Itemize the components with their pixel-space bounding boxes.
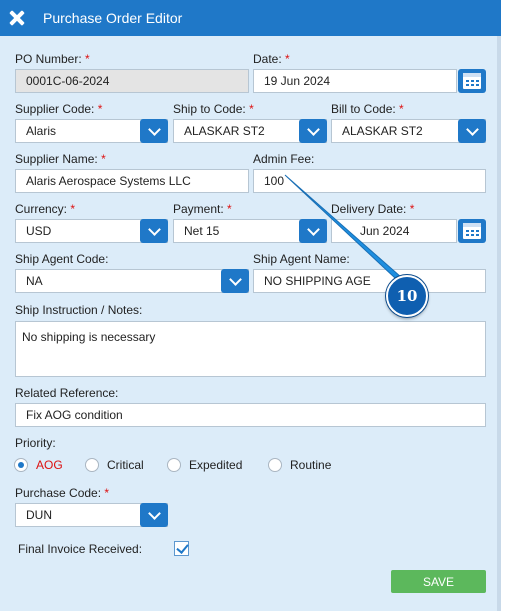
payment-value: Net 15 (184, 224, 220, 238)
priority-label: Priority: (15, 436, 56, 450)
calendar-icon (463, 73, 481, 89)
po-number-label: PO Number: * (15, 52, 90, 66)
ship-agent-code-select[interactable]: NA (15, 269, 249, 293)
admin-fee-field[interactable]: 100 (253, 169, 486, 193)
window-title: Purchase Order Editor (43, 10, 183, 26)
bill-to-code-value: ALASKAR ST2 (342, 124, 423, 138)
delivery-date-label: Delivery Date: * (331, 202, 415, 216)
priority-expedited-radio[interactable] (167, 458, 181, 472)
final-invoice-label: Final Invoice Received: (18, 542, 143, 556)
delivery-date-calendar-button[interactable] (458, 219, 486, 243)
purchase-order-editor-window: Purchase Order Editor PO Number: * 0001C… (0, 0, 501, 611)
final-invoice-checkbox[interactable] (174, 541, 189, 556)
related-reference-label: Related Reference: (15, 386, 119, 400)
chevron-down-icon[interactable] (221, 269, 249, 293)
bill-to-code-label: Bill to Code: * (331, 102, 404, 116)
supplier-code-value: Alaris (26, 124, 57, 138)
ship-to-code-select[interactable]: ALASKAR ST2 (173, 119, 327, 143)
priority-critical-label: Critical (107, 458, 144, 472)
purchase-code-select[interactable]: DUN (15, 503, 168, 527)
priority-aog-radio[interactable] (14, 458, 28, 472)
related-reference-field[interactable]: Fix AOG condition (15, 403, 486, 427)
supplier-name-field[interactable]: Alaris Aerospace Systems LLC (15, 169, 249, 193)
chevron-down-icon[interactable] (140, 119, 168, 143)
po-number-field[interactable]: 0001C-06-2024 (15, 69, 249, 93)
ship-agent-code-value: NA (26, 274, 43, 288)
ship-to-code-value: ALASKAR ST2 (184, 124, 265, 138)
date-label: Date: * (253, 52, 290, 66)
chevron-down-icon[interactable] (140, 503, 168, 527)
close-icon[interactable] (9, 10, 25, 26)
payment-select[interactable]: Net 15 (173, 219, 327, 243)
bill-to-code-select[interactable]: ALASKAR ST2 (331, 119, 486, 143)
ship-instruction-textarea[interactable]: No shipping is necessary (15, 321, 486, 377)
chevron-down-icon[interactable] (458, 119, 486, 143)
priority-aog-label: AOG (36, 458, 63, 472)
scrollbar[interactable] (497, 36, 501, 611)
purchase-code-label: Purchase Code: * (15, 486, 110, 500)
chevron-down-icon[interactable] (140, 219, 168, 243)
currency-label: Currency: * (15, 202, 76, 216)
ship-agent-name-field[interactable]: NO SHIPPING AGE (253, 269, 486, 293)
priority-routine-label: Routine (290, 458, 332, 472)
ship-to-code-label: Ship to Code: * (173, 102, 254, 116)
ship-agent-code-label: Ship Agent Code: (15, 252, 109, 266)
delivery-date-field[interactable]: Jun 2024 (331, 219, 457, 243)
title-bar: Purchase Order Editor (0, 0, 501, 36)
priority-critical-radio[interactable] (85, 458, 99, 472)
payment-label: Payment: * (173, 202, 232, 216)
annotation-badge: 10 (386, 275, 428, 317)
priority-expedited-label: Expedited (189, 458, 243, 472)
supplier-code-label: Supplier Code: * (15, 102, 103, 116)
ship-instruction-label: Ship Instruction / Notes: (15, 303, 143, 317)
purchase-code-value: DUN (26, 508, 52, 522)
date-field[interactable]: 19 Jun 2024 (253, 69, 457, 93)
supplier-code-select[interactable]: Alaris (15, 119, 168, 143)
supplier-name-label: Supplier Name: * (15, 152, 106, 166)
admin-fee-label: Admin Fee: (253, 152, 315, 166)
chevron-down-icon[interactable] (299, 119, 327, 143)
currency-value: USD (26, 224, 52, 238)
chevron-down-icon[interactable] (299, 219, 327, 243)
calendar-icon (463, 223, 481, 239)
date-calendar-button[interactable] (458, 69, 486, 93)
ship-agent-name-label: Ship Agent Name: (253, 252, 350, 266)
priority-routine-radio[interactable] (268, 458, 282, 472)
save-button[interactable]: SAVE (391, 570, 486, 593)
currency-select[interactable]: USD (15, 219, 168, 243)
